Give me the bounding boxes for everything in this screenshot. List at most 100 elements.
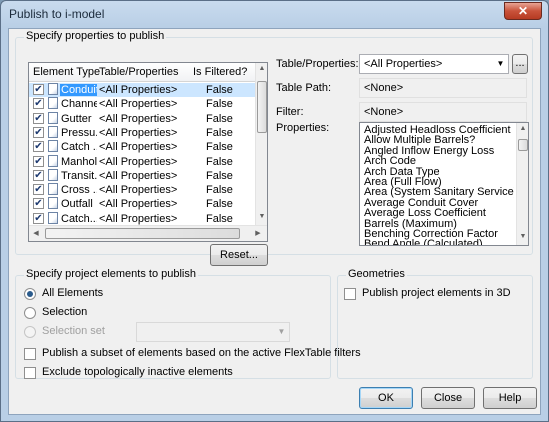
table-properties-cell: <All Properties> bbox=[99, 198, 178, 211]
row-checkbox[interactable]: ✔ bbox=[33, 84, 44, 95]
help-button[interactable]: Help bbox=[483, 387, 537, 409]
table-row[interactable]: ✔ Cross ...<All Properties> False bbox=[29, 183, 255, 197]
publish-dialog: Publish to i-model ✕ Specify properties … bbox=[0, 0, 549, 422]
window-title: Publish to i-model bbox=[9, 7, 105, 21]
row-checkbox[interactable]: ✔ bbox=[33, 184, 44, 196]
is-filtered-cell: False bbox=[206, 98, 233, 111]
properties-vertical-scrollbar[interactable]: ▲ ▼ bbox=[516, 123, 528, 245]
is-filtered-cell: False bbox=[206, 169, 233, 182]
row-checkbox[interactable]: ✔ bbox=[33, 98, 44, 110]
chevron-down-icon[interactable]: ▼ bbox=[493, 55, 508, 73]
is-filtered-cell: False bbox=[206, 141, 233, 154]
close-icon: ✕ bbox=[517, 4, 529, 18]
table-row[interactable]: ✔ Pressu...<All Properties> False bbox=[29, 125, 255, 140]
row-checkbox[interactable]: ✔ bbox=[33, 126, 44, 138]
document-icon bbox=[48, 83, 58, 95]
list-horizontal-thumb[interactable] bbox=[45, 228, 240, 239]
is-filtered-cell: False bbox=[206, 126, 233, 139]
column-header-table-properties[interactable]: Table/Properties bbox=[99, 66, 179, 78]
list-vertical-scrollbar[interactable]: ▲ ▼ bbox=[255, 63, 267, 225]
selection-set-radio[interactable] bbox=[24, 326, 36, 338]
selection-radio[interactable] bbox=[24, 307, 36, 319]
column-header-element-type[interactable]: Element Type bbox=[33, 66, 100, 78]
is-filtered-cell: False bbox=[206, 112, 233, 125]
exclude-inactive-checkbox[interactable] bbox=[24, 367, 36, 379]
table-row[interactable]: ✔ Transit...<All Properties> False bbox=[29, 168, 255, 183]
element-type-cell: Cross ... bbox=[61, 184, 97, 197]
close-button[interactable]: Close bbox=[421, 387, 475, 409]
title-bar[interactable]: Publish to i-model ✕ bbox=[1, 1, 548, 27]
all-elements-radio[interactable] bbox=[24, 288, 36, 300]
table-path-label: Table Path: bbox=[276, 82, 332, 94]
table-properties-cell: <All Properties> bbox=[99, 184, 178, 197]
property-list-item[interactable]: Bend Angle (Calculated) bbox=[364, 238, 514, 245]
transition-icon bbox=[48, 168, 58, 181]
flextable-filter-label[interactable]: Publish a subset of elements based on th… bbox=[42, 347, 361, 359]
table-row[interactable]: ✔ Channel<All Properties> False bbox=[29, 97, 255, 111]
publish-3d-checkbox[interactable] bbox=[344, 288, 356, 300]
flextable-filter-checkbox[interactable] bbox=[24, 348, 36, 360]
properties-label: Properties: bbox=[276, 122, 330, 134]
geometries-group-title: Geometries bbox=[346, 268, 407, 280]
exclude-inactive-label[interactable]: Exclude topologically inactive elements bbox=[42, 366, 233, 378]
table-row[interactable]: ✔ Outfall <All Properties> False bbox=[29, 197, 255, 211]
row-checkbox[interactable]: ✔ bbox=[33, 212, 44, 224]
filter-field: <None> bbox=[359, 102, 527, 122]
properties-vertical-thumb[interactable] bbox=[518, 139, 528, 151]
column-header-is-filtered[interactable]: Is Filtered? bbox=[193, 66, 247, 78]
table-row[interactable]: ✔ Catch... <All Properties> False bbox=[29, 211, 255, 226]
row-checkbox[interactable]: ✔ bbox=[33, 112, 44, 124]
element-type-cell: Transit... bbox=[61, 169, 97, 182]
publish-3d-label[interactable]: Publish project elements in 3D bbox=[362, 287, 511, 299]
element-type-cell: Manhole bbox=[61, 155, 97, 168]
table-row[interactable]: ✔ Conduit <All Properties> False bbox=[29, 83, 255, 97]
list-horizontal-scrollbar[interactable]: ◀ ▶ bbox=[29, 225, 267, 241]
selection-set-dropdown[interactable]: ▼ bbox=[136, 322, 290, 342]
project-elements-group: Specify project elements to publish All … bbox=[15, 268, 361, 379]
document-icon bbox=[48, 197, 58, 210]
properties-scroll-down-icon[interactable]: ▼ bbox=[517, 229, 528, 245]
table-row[interactable]: ✔ Gutter <All Properties> False bbox=[29, 111, 255, 126]
table-row[interactable]: ✔ Catch ...<All Properties> False bbox=[29, 140, 255, 154]
browse-button[interactable]: ... bbox=[512, 54, 528, 74]
is-filtered-cell: False bbox=[206, 184, 233, 197]
reset-button[interactable]: Reset... bbox=[210, 244, 268, 266]
element-type-cell: Catch... bbox=[61, 212, 97, 225]
scroll-right-icon[interactable]: ▶ bbox=[253, 226, 263, 241]
window-close-button[interactable]: ✕ bbox=[504, 2, 542, 20]
table-path-field: <None> bbox=[359, 78, 527, 98]
element-type-list[interactable]: Element Type Table/Properties Is Filtere… bbox=[28, 62, 268, 242]
project-elements-group-title: Specify project elements to publish bbox=[24, 268, 198, 280]
table-row[interactable]: ✔ Manhole<All Properties> False bbox=[29, 154, 255, 169]
ok-button[interactable]: OK bbox=[359, 387, 413, 409]
table-properties-dropdown[interactable]: <All Properties> ▼ bbox=[359, 54, 509, 74]
properties-list[interactable]: Adjusted Headloss Coefficient (HEC-22)Al… bbox=[359, 122, 529, 246]
scroll-left-icon[interactable]: ◀ bbox=[31, 226, 41, 241]
properties-scroll-up-icon[interactable]: ▲ bbox=[517, 123, 528, 137]
table-properties-cell: <All Properties> bbox=[99, 112, 178, 125]
row-checkbox[interactable]: ✔ bbox=[33, 198, 44, 210]
row-checkbox[interactable]: ✔ bbox=[33, 155, 44, 167]
element-type-cell: Conduit bbox=[60, 84, 97, 96]
scroll-up-icon[interactable]: ▲ bbox=[256, 63, 267, 77]
geometries-group: Geometries Publish project elements in 3… bbox=[337, 268, 533, 379]
row-checkbox[interactable]: ✔ bbox=[33, 141, 44, 153]
list-header: Element Type Table/Properties Is Filtere… bbox=[29, 63, 255, 82]
document-icon bbox=[48, 183, 58, 196]
row-checkbox[interactable]: ✔ bbox=[33, 169, 44, 181]
dialog-client-area: Specify properties to publish Element Ty… bbox=[8, 28, 541, 415]
table-properties-cell: <All Properties> bbox=[99, 126, 178, 139]
filter-label: Filter: bbox=[276, 106, 304, 118]
is-filtered-cell: False bbox=[206, 84, 233, 96]
list-vertical-thumb[interactable] bbox=[257, 81, 267, 133]
scroll-down-icon[interactable]: ▼ bbox=[256, 209, 267, 225]
table-properties-cell: <All Properties> bbox=[99, 141, 178, 154]
all-elements-label[interactable]: All Elements bbox=[42, 287, 103, 299]
document-icon bbox=[48, 154, 58, 167]
selection-set-label[interactable]: Selection set bbox=[42, 325, 105, 337]
table-properties-cell: <All Properties> bbox=[99, 155, 178, 168]
selection-set-chevron-down-icon[interactable]: ▼ bbox=[274, 323, 289, 341]
element-type-cell: Channel bbox=[61, 98, 97, 111]
element-type-cell: Catch ... bbox=[61, 141, 97, 154]
selection-label[interactable]: Selection bbox=[42, 306, 87, 318]
